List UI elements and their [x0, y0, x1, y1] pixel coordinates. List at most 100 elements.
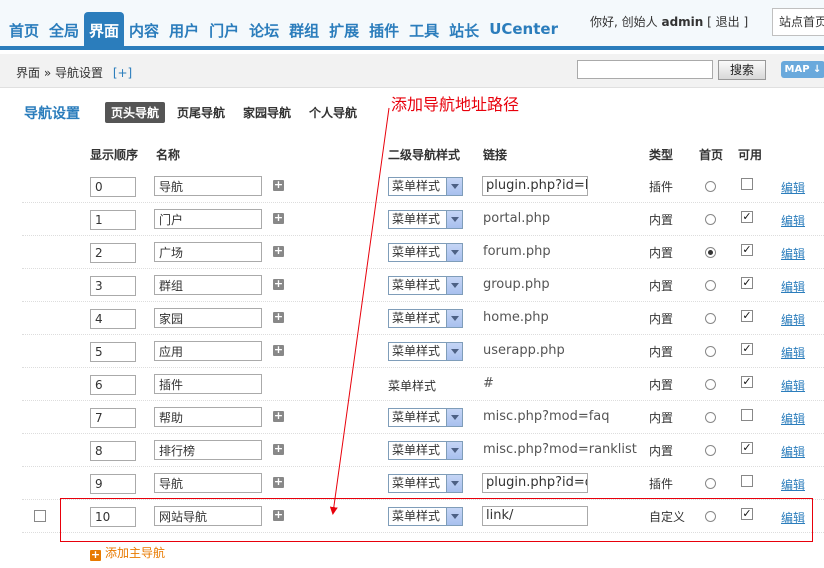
enabled-checkbox[interactable]: [741, 475, 753, 487]
add-sub-nav-icon[interactable]: +: [273, 443, 284, 455]
enabled-checkbox[interactable]: ✓: [741, 310, 753, 322]
edit-link[interactable]: 编辑: [781, 311, 805, 328]
edit-link[interactable]: 编辑: [781, 278, 805, 295]
home-radio[interactable]: [705, 280, 716, 291]
sub-style-select[interactable]: 菜单样式: [388, 276, 463, 295]
edit-link[interactable]: 编辑: [781, 443, 805, 460]
order-input[interactable]: 6: [90, 375, 136, 395]
nav-item-2[interactable]: 界面: [84, 12, 125, 50]
add-sub-nav-icon[interactable]: +: [273, 344, 284, 356]
nav-item-1[interactable]: 全局: [44, 12, 84, 50]
order-input[interactable]: 3: [90, 276, 136, 296]
nav-item-5[interactable]: 门户: [204, 12, 244, 50]
site-home-button[interactable]: 站点首页: [772, 8, 824, 36]
edit-link[interactable]: 编辑: [781, 212, 805, 229]
name-input[interactable]: 应用: [154, 341, 262, 361]
sub-style-select[interactable]: 菜单样式: [388, 243, 463, 262]
home-radio[interactable]: [705, 214, 716, 225]
header-name: 名称: [156, 148, 181, 162]
home-radio[interactable]: [705, 478, 716, 489]
home-radio[interactable]: [705, 313, 716, 324]
name-input[interactable]: 导航: [154, 176, 262, 196]
breadcrumb-path: 界面 » 导航设置: [16, 66, 103, 80]
home-radio[interactable]: [705, 379, 716, 390]
nav-item-4[interactable]: 用户: [164, 12, 204, 50]
link-input[interactable]: plugin.php?id=D: [482, 176, 588, 196]
order-input[interactable]: 5: [90, 342, 136, 362]
order-input[interactable]: 7: [90, 408, 136, 428]
order-input[interactable]: 4: [90, 309, 136, 329]
sub-style-select[interactable]: 菜单样式: [388, 177, 463, 196]
home-radio[interactable]: [705, 346, 716, 357]
add-sub-nav-icon[interactable]: +: [273, 476, 284, 488]
nav-item-0[interactable]: 首页: [4, 12, 44, 50]
sub-style-select[interactable]: 菜单样式: [388, 342, 463, 361]
sub-style-select[interactable]: 菜单样式: [388, 474, 463, 493]
order-input[interactable]: 0: [90, 177, 136, 197]
enabled-checkbox[interactable]: ✓: [741, 376, 753, 388]
search-input[interactable]: [577, 60, 713, 79]
order-input[interactable]: 9: [90, 474, 136, 494]
link-input[interactable]: plugin.php?id=d: [482, 473, 588, 493]
order-input[interactable]: 8: [90, 441, 136, 461]
nav-item-10[interactable]: 工具: [404, 12, 444, 50]
home-radio[interactable]: [705, 445, 716, 456]
name-input[interactable]: 群组: [154, 275, 262, 295]
add-main-nav-link[interactable]: + 添加主导航: [90, 544, 165, 561]
nav-item-3[interactable]: 内容: [124, 12, 164, 50]
row-select-checkbox[interactable]: [34, 510, 46, 522]
order-input[interactable]: 1: [90, 210, 136, 230]
nav-item-7[interactable]: 群组: [284, 12, 324, 50]
edit-link[interactable]: 编辑: [781, 377, 805, 394]
map-button[interactable]: MAP ↓: [781, 61, 824, 78]
home-radio[interactable]: [705, 181, 716, 192]
enabled-checkbox[interactable]: ✓: [741, 277, 753, 289]
add-sub-nav-icon[interactable]: +: [273, 278, 284, 290]
tab-0[interactable]: 页头导航: [105, 102, 166, 123]
tab-2[interactable]: 家园导航: [237, 102, 297, 123]
add-sub-nav-icon[interactable]: +: [273, 179, 284, 191]
tab-3[interactable]: 个人导航: [303, 102, 363, 123]
enabled-checkbox[interactable]: ✓: [741, 244, 753, 256]
enabled-checkbox[interactable]: ✓: [741, 442, 753, 454]
sub-style-value: 菜单样式: [392, 245, 441, 259]
edit-link[interactable]: 编辑: [781, 410, 805, 427]
sub-style-select[interactable]: 菜单样式: [388, 210, 463, 229]
nav-item-6[interactable]: 论坛: [244, 12, 284, 50]
type-text: 内置: [649, 345, 674, 359]
chevron-down-icon: [446, 442, 462, 459]
name-input[interactable]: 家园: [154, 308, 262, 328]
search-button[interactable]: 搜索: [718, 60, 766, 80]
add-shortcut-link[interactable]: [+]: [113, 66, 132, 80]
name-input[interactable]: 导航: [154, 473, 262, 493]
tab-1[interactable]: 页尾导航: [171, 102, 231, 123]
home-radio[interactable]: [705, 247, 716, 258]
sub-style-select[interactable]: 菜单样式: [388, 309, 463, 328]
order-input[interactable]: 2: [90, 243, 136, 263]
nav-item-8[interactable]: 扩展: [324, 12, 364, 50]
nav-item-11[interactable]: 站长: [444, 12, 484, 50]
add-sub-nav-icon[interactable]: +: [273, 245, 284, 257]
add-sub-nav-icon[interactable]: +: [273, 311, 284, 323]
enabled-checkbox[interactable]: ✓: [741, 343, 753, 355]
name-input[interactable]: 帮助: [154, 407, 262, 427]
enabled-checkbox[interactable]: ✓: [741, 211, 753, 223]
nav-item-9[interactable]: 插件: [364, 12, 404, 50]
home-radio[interactable]: [705, 412, 716, 423]
name-input[interactable]: 广场: [154, 242, 262, 262]
add-sub-nav-icon[interactable]: +: [273, 410, 284, 422]
enabled-checkbox[interactable]: [741, 409, 753, 421]
add-sub-nav-icon[interactable]: +: [273, 212, 284, 224]
edit-link[interactable]: 编辑: [781, 245, 805, 262]
enabled-checkbox[interactable]: [741, 178, 753, 190]
name-input[interactable]: 排行榜: [154, 440, 262, 460]
logout-link[interactable]: [ 退出 ]: [707, 15, 748, 29]
edit-link[interactable]: 编辑: [781, 344, 805, 361]
sub-style-select[interactable]: 菜单样式: [388, 441, 463, 460]
sub-style-select[interactable]: 菜单样式: [388, 408, 463, 427]
edit-link[interactable]: 编辑: [781, 179, 805, 196]
name-input[interactable]: 门户: [154, 209, 262, 229]
edit-link[interactable]: 编辑: [781, 476, 805, 493]
name-input[interactable]: 插件: [154, 374, 262, 394]
nav-item-12[interactable]: UCenter: [484, 12, 563, 50]
